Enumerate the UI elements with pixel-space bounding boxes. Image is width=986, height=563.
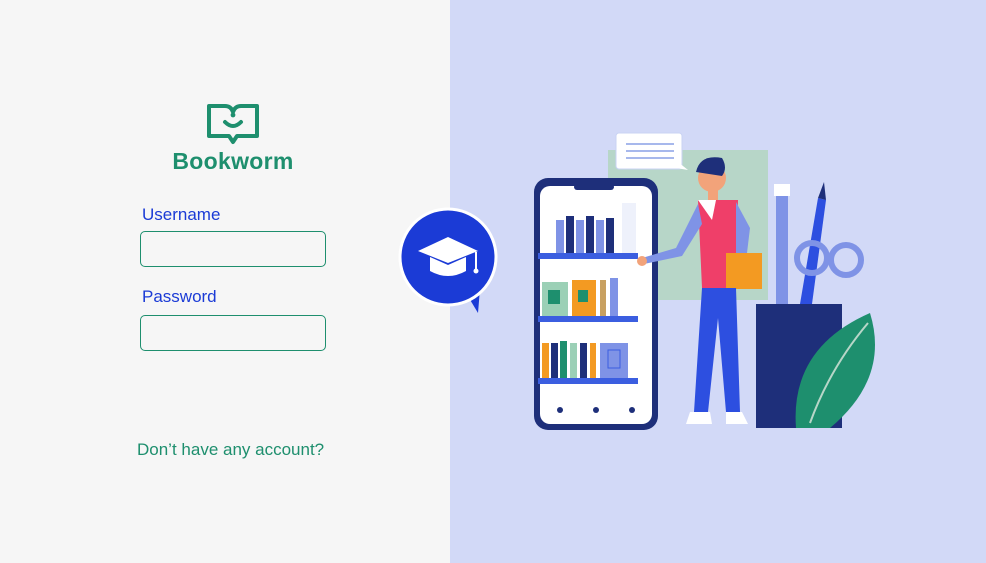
username-label: Username xyxy=(142,205,221,224)
signup-link[interactable]: Don’t have any account? xyxy=(137,440,324,460)
password-label: Password xyxy=(142,287,217,306)
reader-with-phone-bookshelf-icon xyxy=(534,132,875,430)
graduation-cap-icon xyxy=(398,207,498,313)
open-book-smile-icon xyxy=(207,104,259,144)
login-panel: Bookworm Username Password Don’t have an… xyxy=(0,0,450,563)
password-field[interactable] xyxy=(140,315,326,351)
username-field[interactable] xyxy=(140,231,326,267)
brand-name: Bookworm xyxy=(172,148,294,174)
